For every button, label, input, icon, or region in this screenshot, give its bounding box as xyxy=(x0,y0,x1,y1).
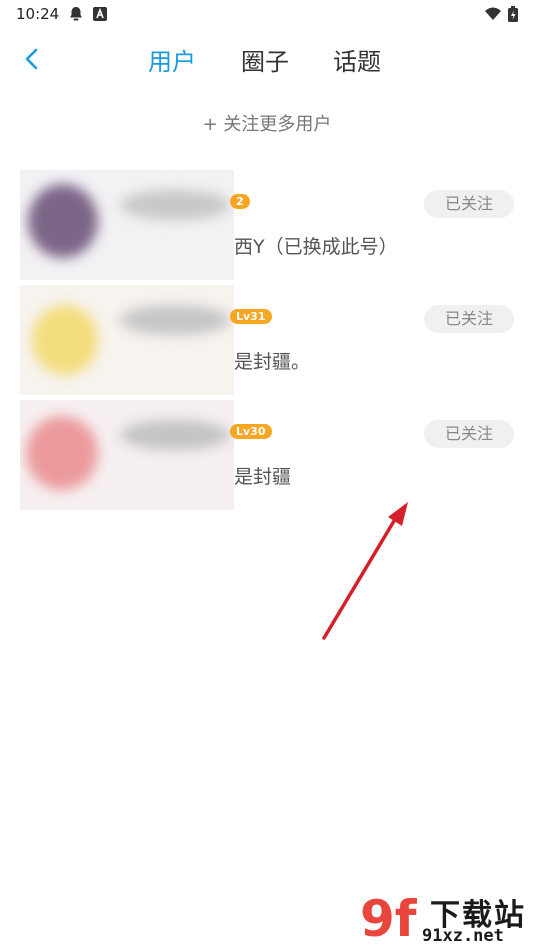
watermark-url: 91xz.net xyxy=(422,926,504,946)
site-watermark: 9f 下载站 91xz.net xyxy=(360,890,530,948)
red-annotation-arrow xyxy=(322,502,408,640)
watermark-logo: 9f xyxy=(360,890,417,948)
